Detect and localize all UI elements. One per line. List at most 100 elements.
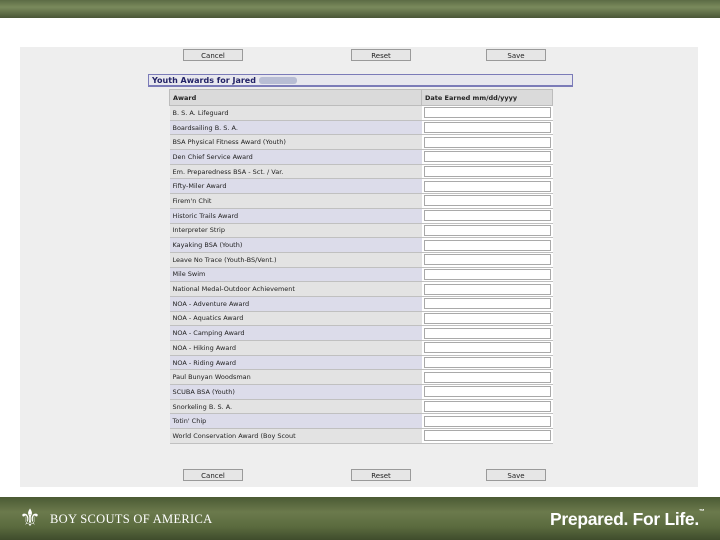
fleur-de-lis-icon: ⚜ bbox=[19, 504, 41, 532]
redacted-surname bbox=[258, 77, 297, 84]
date-cell bbox=[421, 281, 553, 297]
section-heading: Youth Awards for Jared bbox=[148, 74, 573, 87]
date-earned-input[interactable] bbox=[423, 195, 551, 207]
date-cell bbox=[421, 134, 553, 151]
award-name: BSA Physical Fitness Award (Youth) bbox=[169, 134, 422, 151]
date-cell bbox=[421, 428, 553, 444]
table-row: Fifty-Miler Award bbox=[169, 178, 553, 195]
org-name: BOY SCOUTS OF AMERICA bbox=[50, 512, 213, 526]
date-earned-input[interactable] bbox=[423, 254, 551, 266]
award-column-header: Award bbox=[169, 89, 422, 106]
date-earned-input[interactable] bbox=[423, 224, 551, 236]
date-cell bbox=[421, 120, 553, 136]
tagline: Prepared. For Life.™ bbox=[550, 509, 705, 530]
date-earned-input[interactable] bbox=[423, 151, 551, 163]
date-earned-input[interactable] bbox=[423, 136, 551, 148]
date-earned-input[interactable] bbox=[423, 239, 551, 251]
date-cell bbox=[421, 340, 553, 356]
award-name: Historic Trails Award bbox=[169, 208, 422, 224]
table-row: Totin' Chip bbox=[169, 413, 553, 430]
table-row: NOA - Adventure Award bbox=[169, 296, 553, 312]
date-earned-input[interactable] bbox=[423, 210, 551, 222]
table-row: Firem'n Chit bbox=[169, 193, 553, 209]
date-cell bbox=[421, 369, 553, 386]
award-name: NOA - Camping Award bbox=[169, 325, 422, 341]
award-name: Firem'n Chit bbox=[169, 193, 422, 209]
date-earned-input[interactable] bbox=[423, 107, 551, 119]
date-earned-input[interactable] bbox=[423, 122, 551, 134]
date-cell bbox=[421, 105, 553, 121]
save-button-bottom[interactable]: Save bbox=[486, 469, 546, 481]
award-name: Em. Preparedness BSA - Sct. / Var. bbox=[169, 164, 422, 180]
date-cell bbox=[421, 208, 553, 224]
date-cell bbox=[421, 296, 553, 312]
date-cell bbox=[421, 149, 553, 165]
table-row: NOA - Aquatics Award bbox=[169, 311, 553, 327]
date-cell bbox=[421, 164, 553, 180]
date-earned-input[interactable] bbox=[423, 298, 551, 310]
award-name: National Medal-Outdoor Achievement bbox=[169, 281, 422, 297]
table-row: NOA - Riding Award bbox=[169, 355, 553, 371]
date-cell bbox=[421, 384, 553, 400]
award-name: Leave No Trace (Youth-BS/Vent.) bbox=[169, 252, 422, 268]
reset-button-top[interactable]: Reset bbox=[351, 49, 411, 61]
award-name: SCUBA BSA (Youth) bbox=[169, 384, 422, 400]
date-earned-input[interactable] bbox=[423, 180, 551, 192]
awards-table: Award Date Earned mm/dd/yyyy B. S. A. Li… bbox=[169, 89, 553, 444]
award-name: B. S. A. Lifeguard bbox=[169, 105, 422, 121]
reset-button-bottom[interactable]: Reset bbox=[351, 469, 411, 481]
award-name: Mile Swim bbox=[169, 267, 422, 283]
table-row: SCUBA BSA (Youth) bbox=[169, 384, 553, 400]
save-button-top[interactable]: Save bbox=[486, 49, 546, 61]
date-cell bbox=[421, 178, 553, 195]
date-earned-input[interactable] bbox=[423, 283, 551, 295]
award-name: Paul Bunyan Woodsman bbox=[169, 369, 422, 386]
award-name: NOA - Riding Award bbox=[169, 355, 422, 371]
award-name: Boardsailing B. S. A. bbox=[169, 120, 422, 136]
top-decorative-band bbox=[0, 0, 720, 18]
award-name: Interpreter Strip bbox=[169, 223, 422, 239]
date-earned-input[interactable] bbox=[423, 327, 551, 339]
table-row: World Conservation Award (Boy Scout bbox=[169, 428, 553, 444]
table-row: Mile Swim bbox=[169, 267, 553, 283]
award-name: NOA - Hiking Award bbox=[169, 340, 422, 356]
table-row: BSA Physical Fitness Award (Youth) bbox=[169, 134, 553, 151]
date-earned-input[interactable] bbox=[423, 166, 551, 178]
date-cell bbox=[421, 193, 553, 209]
table-row: Interpreter Strip bbox=[169, 223, 553, 239]
date-earned-input[interactable] bbox=[423, 371, 551, 383]
date-cell bbox=[421, 355, 553, 371]
date-earned-input[interactable] bbox=[423, 268, 551, 280]
trademark-symbol: ™ bbox=[698, 509, 705, 515]
award-name: NOA - Aquatics Award bbox=[169, 311, 422, 327]
cancel-button-bottom[interactable]: Cancel bbox=[183, 469, 243, 481]
date-earned-input[interactable] bbox=[423, 386, 551, 398]
date-earned-input[interactable] bbox=[423, 415, 551, 427]
awards-table-body: B. S. A. Lifeguard Boardsailing B. S. A. B… bbox=[169, 105, 553, 444]
table-row: Snorkeling B. S. A. bbox=[169, 399, 553, 415]
table-row: Leave No Trace (Youth-BS/Vent.) bbox=[169, 252, 553, 268]
table-row: Den Chief Service Award bbox=[169, 149, 553, 165]
award-name: NOA - Adventure Award bbox=[169, 296, 422, 312]
date-earned-input[interactable] bbox=[423, 430, 551, 442]
date-earned-input[interactable] bbox=[423, 401, 551, 413]
award-name: Fifty-Miler Award bbox=[169, 178, 422, 195]
table-header-row: Award Date Earned mm/dd/yyyy bbox=[169, 89, 553, 106]
award-name: Snorkeling B. S. A. bbox=[169, 399, 422, 415]
date-cell bbox=[421, 267, 553, 283]
award-name: Totin' Chip bbox=[169, 413, 422, 430]
table-row: NOA - Camping Award bbox=[169, 325, 553, 341]
award-name: Den Chief Service Award bbox=[169, 149, 422, 165]
date-cell bbox=[421, 237, 553, 253]
date-earned-input[interactable] bbox=[423, 342, 551, 354]
table-row: Kayaking BSA (Youth) bbox=[169, 237, 553, 253]
date-earned-input[interactable] bbox=[423, 357, 551, 369]
date-cell bbox=[421, 252, 553, 268]
date-earned-input[interactable] bbox=[423, 312, 551, 324]
date-cell bbox=[421, 223, 553, 239]
cancel-button-top[interactable]: Cancel bbox=[183, 49, 243, 61]
table-row: Em. Preparedness BSA - Sct. / Var. bbox=[169, 164, 553, 180]
award-name: Kayaking BSA (Youth) bbox=[169, 237, 422, 253]
date-cell bbox=[421, 325, 553, 341]
table-row: Boardsailing B. S. A. bbox=[169, 120, 553, 136]
